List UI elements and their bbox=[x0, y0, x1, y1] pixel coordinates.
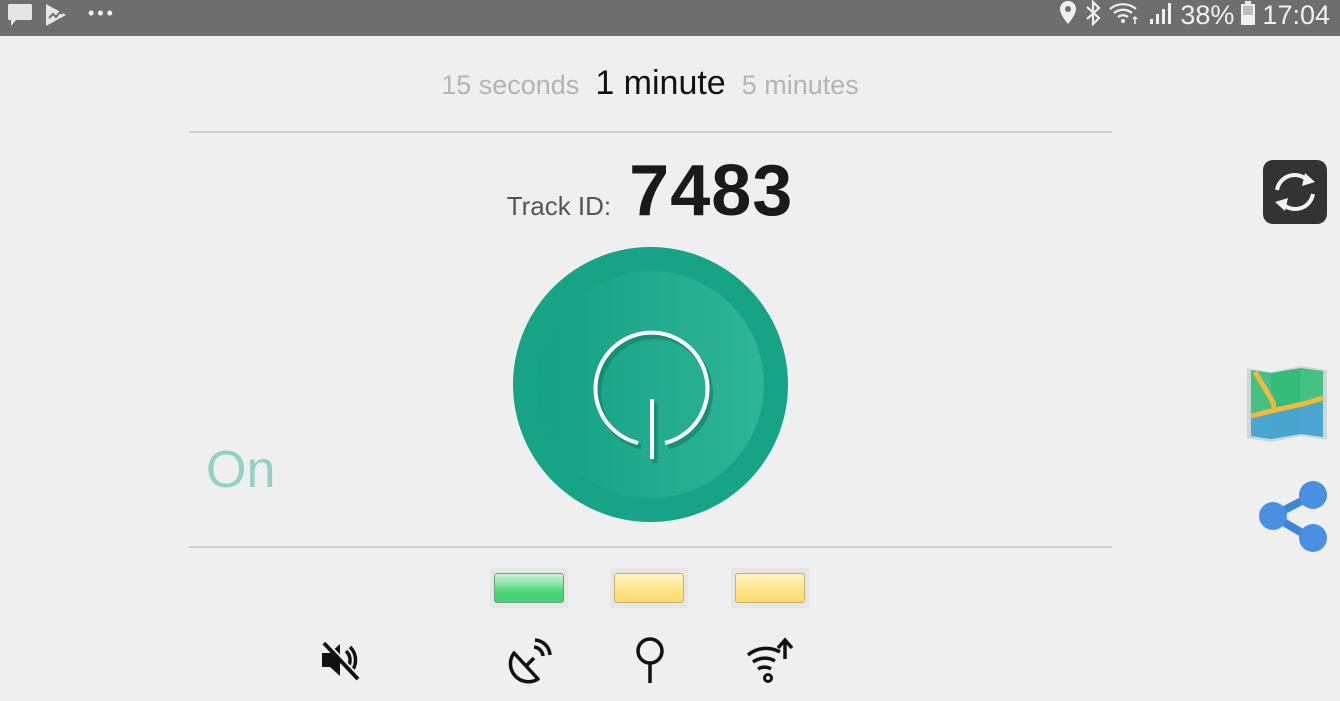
refresh-button[interactable] bbox=[1263, 160, 1327, 224]
location-icon bbox=[1058, 0, 1078, 31]
top-divider bbox=[189, 131, 1112, 133]
play-store-icon bbox=[44, 2, 68, 33]
power-icon bbox=[593, 330, 713, 463]
battery-icon bbox=[1240, 0, 1256, 31]
share-button[interactable] bbox=[1257, 480, 1329, 552]
track-id-label: Track ID: bbox=[506, 191, 612, 221]
message-icon bbox=[6, 2, 34, 33]
interval-5-minutes[interactable]: 5 minutes bbox=[742, 70, 859, 101]
indicator-led-3-bar bbox=[735, 573, 805, 603]
more-dots-icon: ••• bbox=[88, 2, 116, 23]
map-button[interactable] bbox=[1247, 364, 1327, 444]
refresh-icon bbox=[1263, 160, 1327, 224]
interval-selector: 15 seconds 1 minute 5 minutes bbox=[0, 64, 1300, 103]
status-bar: ••• 38% 17:04 bbox=[0, 0, 1340, 36]
share-icon bbox=[1259, 481, 1327, 552]
interval-15-seconds[interactable]: 15 seconds bbox=[441, 70, 579, 101]
indicator-led-1-bar bbox=[494, 573, 564, 603]
bluetooth-icon bbox=[1084, 0, 1102, 31]
indicator-led-2-bar bbox=[614, 573, 684, 603]
indicator-led-3 bbox=[731, 568, 809, 608]
indicator-led-2 bbox=[610, 568, 688, 608]
tracking-state-label: On bbox=[206, 441, 276, 499]
track-id-value: 7483 bbox=[629, 151, 794, 231]
indicator-led-1 bbox=[490, 568, 568, 608]
sound-off-icon[interactable] bbox=[316, 635, 366, 685]
power-button[interactable] bbox=[513, 247, 788, 522]
location-pin-icon[interactable] bbox=[626, 635, 676, 685]
signal-icon bbox=[1148, 0, 1174, 31]
map-icon bbox=[1247, 366, 1327, 442]
bottom-divider bbox=[189, 546, 1112, 548]
clock: 17:04 bbox=[1262, 0, 1330, 30]
wifi-icon bbox=[1108, 0, 1142, 31]
wifi-upload-icon[interactable] bbox=[745, 635, 795, 685]
interval-1-minute[interactable]: 1 minute bbox=[595, 64, 725, 103]
track-id: Track ID: 7483 bbox=[0, 150, 1300, 232]
satellite-icon[interactable] bbox=[504, 635, 554, 685]
battery-percent: 38% bbox=[1180, 0, 1235, 30]
